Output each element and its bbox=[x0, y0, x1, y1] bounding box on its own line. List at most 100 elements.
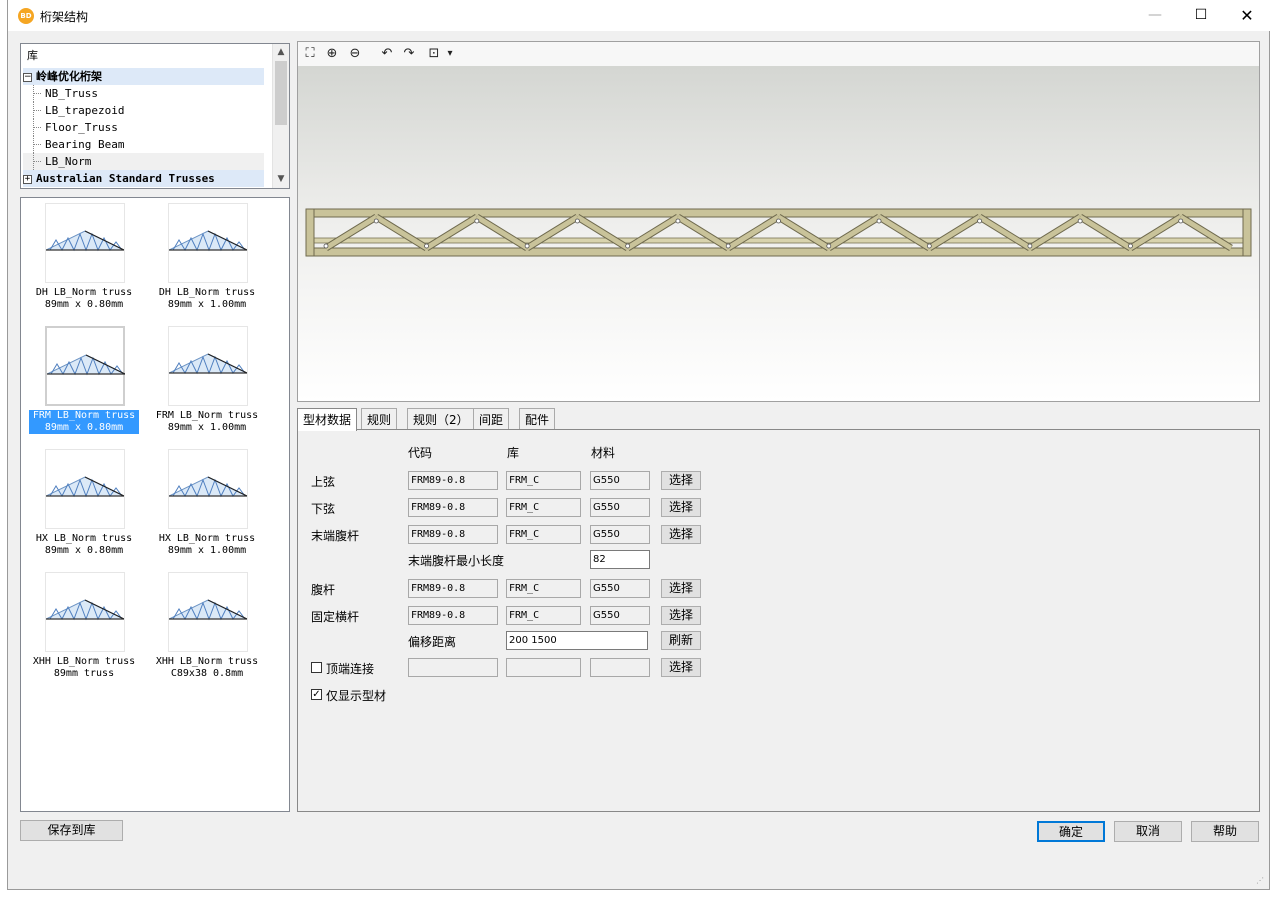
thumbnail-name: DH LB_Norm truss bbox=[35, 287, 133, 298]
fixed-bar-material-field: G550 bbox=[590, 606, 650, 625]
truss-thumbnail[interactable]: FRM LB_Norm truss 89mm x 0.80mm bbox=[29, 326, 141, 444]
tree-scrollbar[interactable]: ▲ ▼ bbox=[272, 44, 289, 188]
zoom-in-icon[interactable]: ⊕ bbox=[323, 45, 341, 63]
thumbnail-size: C89x38 0.8mm bbox=[170, 668, 244, 679]
bottom-chord-code-field: FRM89-0.8 bbox=[408, 498, 498, 517]
tree-item-lb-norm[interactable]: LB_Norm bbox=[23, 153, 264, 170]
tree-item-floor-truss[interactable]: Floor_Truss bbox=[23, 119, 118, 136]
resize-grip-icon[interactable]: ⋰ bbox=[1256, 876, 1266, 886]
truss-thumbnail[interactable]: DH LB_Norm truss 89mm x 0.80mm bbox=[31, 203, 141, 321]
minimize-button[interactable]: — bbox=[1132, 0, 1178, 31]
cancel-button[interactable]: 取消 bbox=[1114, 821, 1182, 842]
profile-data-panel: 代码 库 材料 上弦 FRM89-0.8 FRM_C G550 选择 下弦 FRM89-0.… bbox=[297, 429, 1260, 812]
thumbnail-size: 89mm x 1.00mm bbox=[167, 422, 247, 433]
rotate-left-icon[interactable]: ↶ bbox=[378, 45, 396, 63]
top-connect-select-button[interactable]: 选择 bbox=[661, 658, 701, 677]
truss-dialog: BD 桁架结构 — ☐ ✕ 库 − 岭峰优化桁架 NB_Truss LB_trap… bbox=[7, 0, 1270, 890]
thumbnail-name: DH LB_Norm truss bbox=[158, 287, 256, 298]
thumbnail-size: 89mm truss bbox=[53, 668, 115, 679]
tree-item-nb-truss[interactable]: NB_Truss bbox=[23, 85, 98, 102]
rotate-right-icon[interactable]: ↷ bbox=[400, 45, 418, 63]
show-only-profiles-label: 仅显示型材 bbox=[326, 689, 387, 703]
end-web-material-field: G550 bbox=[590, 525, 650, 544]
show-only-profiles-checkbox[interactable]: ✓ bbox=[311, 689, 322, 700]
tree-item-lb-trapezoid[interactable]: LB_trapezoid bbox=[23, 102, 124, 119]
maximize-button[interactable]: ☐ bbox=[1178, 0, 1224, 31]
scroll-down-icon[interactable]: ▼ bbox=[273, 171, 289, 187]
close-button[interactable]: ✕ bbox=[1224, 0, 1270, 31]
tree-group-australian[interactable]: + Australian Standard Trusses bbox=[23, 170, 264, 187]
library-tree[interactable]: 库 − 岭峰优化桁架 NB_Truss LB_trapezoid Floor_Tr… bbox=[20, 43, 290, 189]
truss-preview-icon bbox=[45, 449, 125, 529]
truss-preview-icon bbox=[168, 449, 248, 529]
truss-thumbnail[interactable]: HX LB_Norm truss 89mm x 1.00mm bbox=[154, 449, 264, 567]
truss-thumbnail-label: FRM LB_Norm truss 89mm x 0.80mm bbox=[29, 410, 139, 434]
thumbnail-name: HX LB_Norm truss bbox=[35, 533, 133, 544]
top-chord-material-field: G550 bbox=[590, 471, 650, 490]
expand-icon[interactable]: + bbox=[23, 174, 32, 184]
save-to-library-button[interactable]: 保存到库 bbox=[20, 820, 123, 841]
tab-profile-data[interactable]: 型材数据 bbox=[297, 408, 358, 431]
offset-input[interactable]: 200 1500 bbox=[506, 631, 648, 650]
truss-thumbnail-list[interactable]: DH LB_Norm truss 89mm x 0.80mm DH LB_Norm … bbox=[20, 197, 290, 812]
fixed-bar-label: 固定横杆 bbox=[311, 610, 360, 624]
window-title: 桁架结构 bbox=[40, 10, 89, 24]
thumbnail-name: XHH LB_Norm truss bbox=[155, 656, 259, 667]
ok-button[interactable]: 确定 bbox=[1037, 821, 1105, 842]
truss-preview-icon bbox=[168, 203, 248, 283]
thumbnail-size: 89mm x 0.80mm bbox=[44, 299, 124, 310]
scroll-up-icon[interactable]: ▲ bbox=[273, 44, 289, 60]
top-chord-code-field: FRM89-0.8 bbox=[408, 471, 498, 490]
top-chord-select-button[interactable]: 选择 bbox=[661, 471, 701, 490]
help-button[interactable]: 帮助 bbox=[1191, 821, 1259, 842]
fixed-bar-select-button[interactable]: 选择 bbox=[661, 606, 701, 625]
thumbnail-name: XHH LB_Norm truss bbox=[32, 656, 136, 667]
truss-thumbnail[interactable]: HX LB_Norm truss 89mm x 0.80mm bbox=[31, 449, 141, 567]
end-web-select-button[interactable]: 选择 bbox=[661, 525, 701, 544]
truss-model-icon bbox=[305, 208, 1252, 257]
tab-rules-2[interactable]: 规则（2） bbox=[407, 408, 475, 430]
bottom-chord-select-button[interactable]: 选择 bbox=[661, 498, 701, 517]
collapse-icon[interactable]: − bbox=[23, 72, 32, 82]
top-connect-code-field bbox=[408, 658, 498, 677]
view-mode-icon[interactable]: ⊡ bbox=[425, 45, 443, 63]
truss-thumbnail[interactable]: DH LB_Norm truss 89mm x 1.00mm bbox=[154, 203, 264, 321]
end-web-label: 末端腹杆 bbox=[311, 529, 360, 543]
refresh-button[interactable]: 刷新 bbox=[661, 631, 701, 650]
column-library: 库 bbox=[507, 446, 520, 460]
truss-thumbnail[interactable]: FRM LB_Norm truss 89mm x 1.00mm bbox=[154, 326, 264, 444]
tab-accessories[interactable]: 配件 bbox=[519, 408, 556, 430]
thumbnail-size: 89mm x 0.80mm bbox=[44, 545, 124, 556]
scroll-thumb[interactable] bbox=[275, 61, 287, 125]
zoom-extents-icon[interactable]: ⛶ bbox=[301, 45, 319, 63]
top-connect-library-field bbox=[506, 658, 581, 677]
tab-spacing[interactable]: 间距 bbox=[473, 408, 510, 430]
truss-thumbnail-label: XHH LB_Norm truss 89mm truss bbox=[29, 656, 139, 680]
truss-preview-icon bbox=[168, 326, 248, 406]
bottom-chord-label: 下弦 bbox=[311, 502, 336, 516]
truss-preview-canvas[interactable] bbox=[298, 66, 1259, 401]
top-connect-checkbox[interactable] bbox=[311, 662, 322, 673]
tab-rules[interactable]: 规则 bbox=[361, 408, 398, 430]
web-label: 腹杆 bbox=[311, 583, 336, 597]
tree-group-label: Australian Standard Trusses bbox=[36, 172, 215, 185]
truss-thumbnail[interactable]: XHH LB_Norm truss 89mm truss bbox=[31, 572, 141, 690]
truss-thumbnail[interactable]: XHH LB_Norm truss C89x38 0.8mm bbox=[154, 572, 264, 690]
column-code: 代码 bbox=[408, 446, 433, 460]
zoom-out-icon[interactable]: ⊖ bbox=[346, 45, 364, 63]
end-web-library-field: FRM_C bbox=[506, 525, 581, 544]
tree-group-lingfeng[interactable]: − 岭峰优化桁架 bbox=[23, 68, 264, 85]
truss-3d-view[interactable]: ⛶ ⊕ ⊖ ↶ ↷ ⊡ ▾ bbox=[297, 41, 1260, 402]
top-chord-library-field: FRM_C bbox=[506, 471, 581, 490]
column-material: 材料 bbox=[591, 446, 616, 460]
truss-thumbnail-label: HX LB_Norm truss 89mm x 0.80mm bbox=[29, 533, 139, 557]
truss-preview-icon bbox=[168, 572, 248, 652]
min-end-web-input[interactable]: 82 bbox=[590, 550, 650, 569]
truss-preview-icon bbox=[45, 203, 125, 283]
web-select-button[interactable]: 选择 bbox=[661, 579, 701, 598]
view-dropdown-icon[interactable]: ▾ bbox=[445, 45, 455, 63]
top-connect-label: 顶端连接 bbox=[326, 662, 375, 676]
tree-item-bearing-beam[interactable]: Bearing Beam bbox=[23, 136, 124, 153]
thumbnail-name: FRM LB_Norm truss bbox=[155, 410, 259, 421]
thumbnail-name: HX LB_Norm truss bbox=[158, 533, 256, 544]
